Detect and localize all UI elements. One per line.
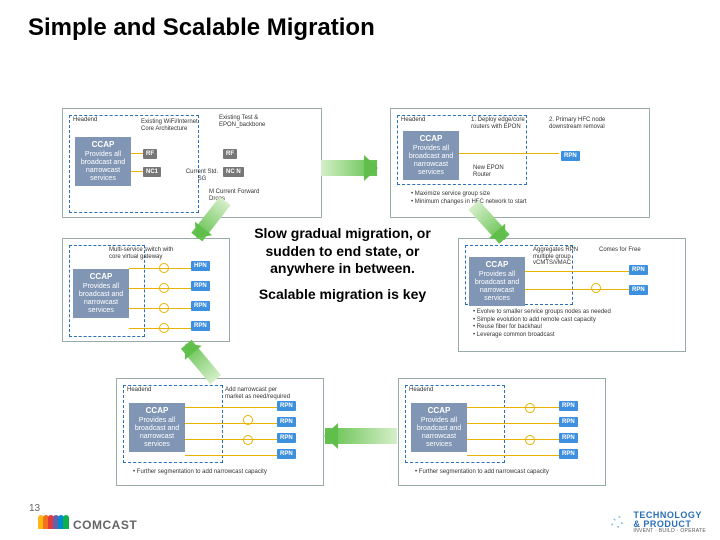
- tr-node-rpn: RPN: [561, 151, 580, 161]
- dotcircle-icon: [605, 510, 629, 534]
- mr-bullets: • Evolve to smaller service groups nodes…: [473, 309, 683, 339]
- mr-cap1: Aggregates RPN multiple group vCMTS/vMAC: [533, 247, 591, 267]
- mr-ccap: CCAPProvides all broadcast and narrowcas…: [469, 257, 525, 306]
- panel-bottom-right: Headend CCAPProvides all broadcast and n…: [398, 378, 606, 486]
- slide-title: Simple and Scalable Migration: [28, 14, 375, 42]
- ml-cap1: Multi-service switch with core virtual g…: [109, 247, 177, 260]
- tr-label: Headend: [401, 117, 425, 124]
- br-node-2: RPN: [559, 433, 578, 443]
- panel-mid-left: CCAPProvides all broadcast and narrowcas…: [62, 238, 230, 342]
- tl-label: Headend: [73, 117, 97, 124]
- tl-cap3: Current Std. SG: [181, 169, 223, 182]
- ml-node-2: RPN: [191, 301, 210, 311]
- footer-tp-logo: TECHNOLOGY& PRODUCTINVENT · BUILD · OPER…: [605, 510, 706, 534]
- tr-cap1: 1. Deploy edge/core routers with EPON: [471, 117, 533, 130]
- tl-node-nc1: NC1: [143, 167, 161, 177]
- tl-node-ncn: NC N: [223, 167, 244, 177]
- ml-node-0: HPN: [191, 261, 210, 271]
- tl-node-rf1: RF: [143, 149, 157, 159]
- footer-brand: COMCAST: [38, 515, 137, 534]
- bl-bullets: • Further segmentation to add narrowcast…: [133, 469, 313, 477]
- tr-cap3: New EPON Router: [473, 165, 523, 178]
- ml-node-1: RPN: [191, 281, 210, 291]
- br-node-1: RPN: [559, 417, 578, 427]
- center-text: Slow gradual migration, or sudden to end…: [235, 225, 450, 303]
- arrow-tl-to-tr: [321, 160, 377, 176]
- tl-cap2: Existing Test & EPON_backbone: [219, 115, 287, 128]
- bl-node-3: RPN: [277, 449, 296, 459]
- br-bullets: • Further segmentation to add narrowcast…: [415, 469, 595, 477]
- mr-node-0: RPN: [629, 265, 648, 275]
- ml-ccap: CCAPProvides all broadcast and narrowcas…: [73, 269, 129, 318]
- tr-ccap: CCAPProvides all broadcast and narrowcas…: [403, 131, 459, 180]
- arrow-br-to-bl: [325, 428, 397, 444]
- br-node-0: RPN: [559, 401, 578, 411]
- peacock-icon: [38, 515, 68, 534]
- bl-ccap: CCAPProvides all broadcast and narrowcas…: [129, 403, 185, 452]
- tl-cap1: Existing WiFi/Internet Core Architecture: [141, 119, 201, 132]
- panel-bottom-left: Headend CCAPProvides all broadcast and n…: [116, 378, 324, 486]
- panel-top-right: Headend CCAPProvides all broadcast and n…: [390, 108, 650, 218]
- br-ccap: CCAPProvides all broadcast and narrowcas…: [411, 403, 467, 452]
- br-label: Headend: [409, 387, 433, 394]
- page-number: 13: [29, 503, 40, 514]
- panel-mid-right: CCAPProvides all broadcast and narrowcas…: [458, 238, 686, 352]
- panel-top-left: Headend CCAPProvides all broadcast and n…: [62, 108, 322, 218]
- mr-cap2: Comes for Free: [599, 247, 669, 254]
- tr-cap2: 2. Primary HFC node downstream removal: [549, 117, 621, 130]
- bl-node-0: RPN: [277, 401, 296, 411]
- tl-node-rf2: RF: [223, 149, 237, 159]
- bl-cap1: Add narrowcast per market as need/requir…: [225, 387, 293, 400]
- bl-label: Headend: [127, 387, 151, 394]
- ml-node-3: RPN: [191, 321, 210, 331]
- bl-node-2: RPN: [277, 433, 296, 443]
- tl-ccap: CCAPProvides all broadcast and narrowcas…: [75, 137, 131, 186]
- mr-node-1: RPN: [629, 285, 648, 295]
- bl-node-1: RPN: [277, 417, 296, 427]
- tr-bullets: • Maximize service group size• Minimum c…: [411, 191, 641, 206]
- br-node-3: RPN: [559, 449, 578, 459]
